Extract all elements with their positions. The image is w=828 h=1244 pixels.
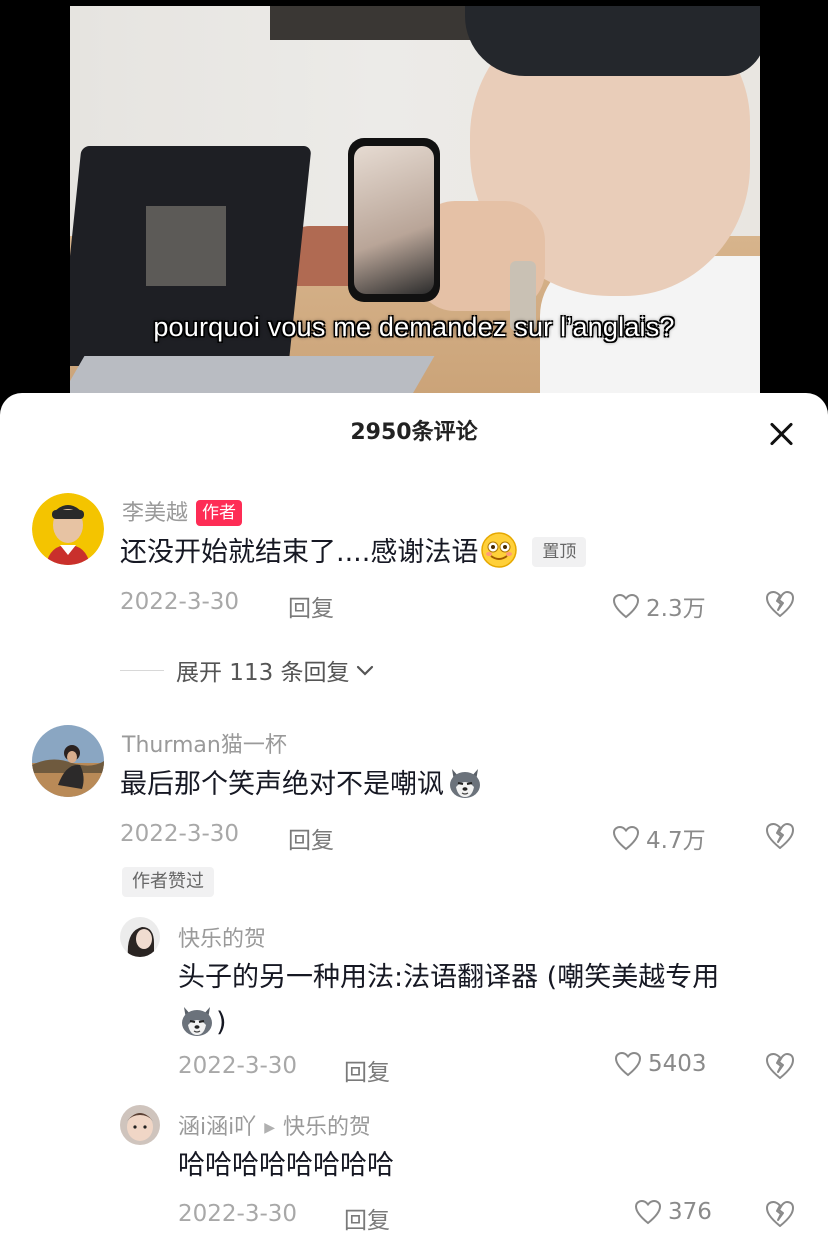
reply-text-line2: ) [178,1001,227,1044]
like-count: 4.7万 [646,828,706,854]
heart-icon [614,1051,642,1077]
reply-date: 2022-3-30 [178,1201,298,1227]
broken-heart-icon[interactable] [764,1199,796,1231]
reply-button[interactable]: 回复 [344,1201,390,1235]
reply-button[interactable]: 回复 [344,1053,390,1087]
video-person-headband [465,6,760,76]
reply-button[interactable]: 回复 [288,821,334,855]
comment-username[interactable]: Thurman猫一杯 [122,727,287,759]
husky-dog-icon [178,1001,216,1039]
username-text: 李美越 [122,501,189,526]
reply-date: 2022-3-30 [178,1053,298,1079]
like-count: 2.3万 [646,596,706,622]
video-player[interactable]: pourquoi vous me demandez sur l’anglais? [0,0,828,420]
like-button[interactable]: 376 [634,1199,712,1225]
comment-count-title: 2950条评论 [350,420,478,445]
chevron-down-icon [356,665,373,676]
comment-text-content: 最后那个笑声绝对不是嘲讽 [120,769,444,800]
like-count: 376 [668,1199,712,1225]
heart-icon [634,1199,662,1225]
comment-text: 还没开始就结束了....感谢法语 置顶 [120,531,587,574]
like-button[interactable]: 2.3万 [612,589,706,623]
like-button[interactable]: 4.7万 [612,821,706,855]
comment-username[interactable]: 李美越 作者 [122,495,243,527]
reply-button[interactable]: 回复 [288,589,334,623]
reply-text: 哈哈哈哈哈哈哈哈 [178,1150,394,1181]
like-count: 5403 [648,1051,707,1077]
close-icon[interactable] [766,419,796,449]
pinned-badge: 置顶 [532,537,587,567]
sheet-header: 2950条评论 [0,413,828,453]
reply-text-line1: 头子的另一种用法:法语翻译器 (嘲笑美越专用 [178,962,720,993]
comment-sheet: 2950条评论 李美越 作者 还没开始就结束了....感谢法语 置顶 2022-3-… [0,393,828,1244]
comment-text-content: 还没开始就结束了....感谢法语 [120,537,479,568]
avatar[interactable] [120,1105,160,1145]
like-button[interactable]: 5403 [614,1051,707,1077]
comment-date: 2022-3-30 [120,589,240,615]
reply-target-username[interactable]: 快乐的贺 [283,1115,371,1140]
expand-divider [120,669,164,671]
heart-icon [612,593,640,619]
heart-icon [612,825,640,851]
avatar[interactable] [120,917,160,957]
reply-text-end: ) [216,1007,227,1038]
reply-username[interactable]: 涵i涵i吖 ▶ 快乐的贺 [178,1109,371,1141]
broken-heart-icon[interactable] [764,821,796,853]
smiling-face-icon [480,531,518,569]
author-liked-badge: 作者赞过 [122,867,214,897]
broken-heart-icon[interactable] [764,1051,796,1083]
comment-text: 最后那个笑声绝对不是嘲讽 [120,763,484,806]
comment-date: 2022-3-30 [120,821,240,847]
avatar[interactable] [32,493,104,565]
video-phone-screen [354,146,434,294]
video-laptop-preview [146,206,226,286]
reply-arrow-icon: ▶ [264,1120,276,1136]
username-text: 涵i涵i吖 [178,1115,257,1140]
author-badge: 作者 [196,500,243,526]
video-frame [70,6,760,406]
broken-heart-icon[interactable] [764,589,796,621]
avatar[interactable] [32,725,104,797]
expand-replies-label: 展开 113 条回复 [176,660,350,686]
husky-dog-icon [446,763,484,801]
video-subtitle: pourquoi vous me demandez sur l’anglais? [153,312,675,342]
reply-username[interactable]: 快乐的贺 [178,921,266,953]
expand-replies-button[interactable]: 展开 113 条回复 [120,653,376,687]
